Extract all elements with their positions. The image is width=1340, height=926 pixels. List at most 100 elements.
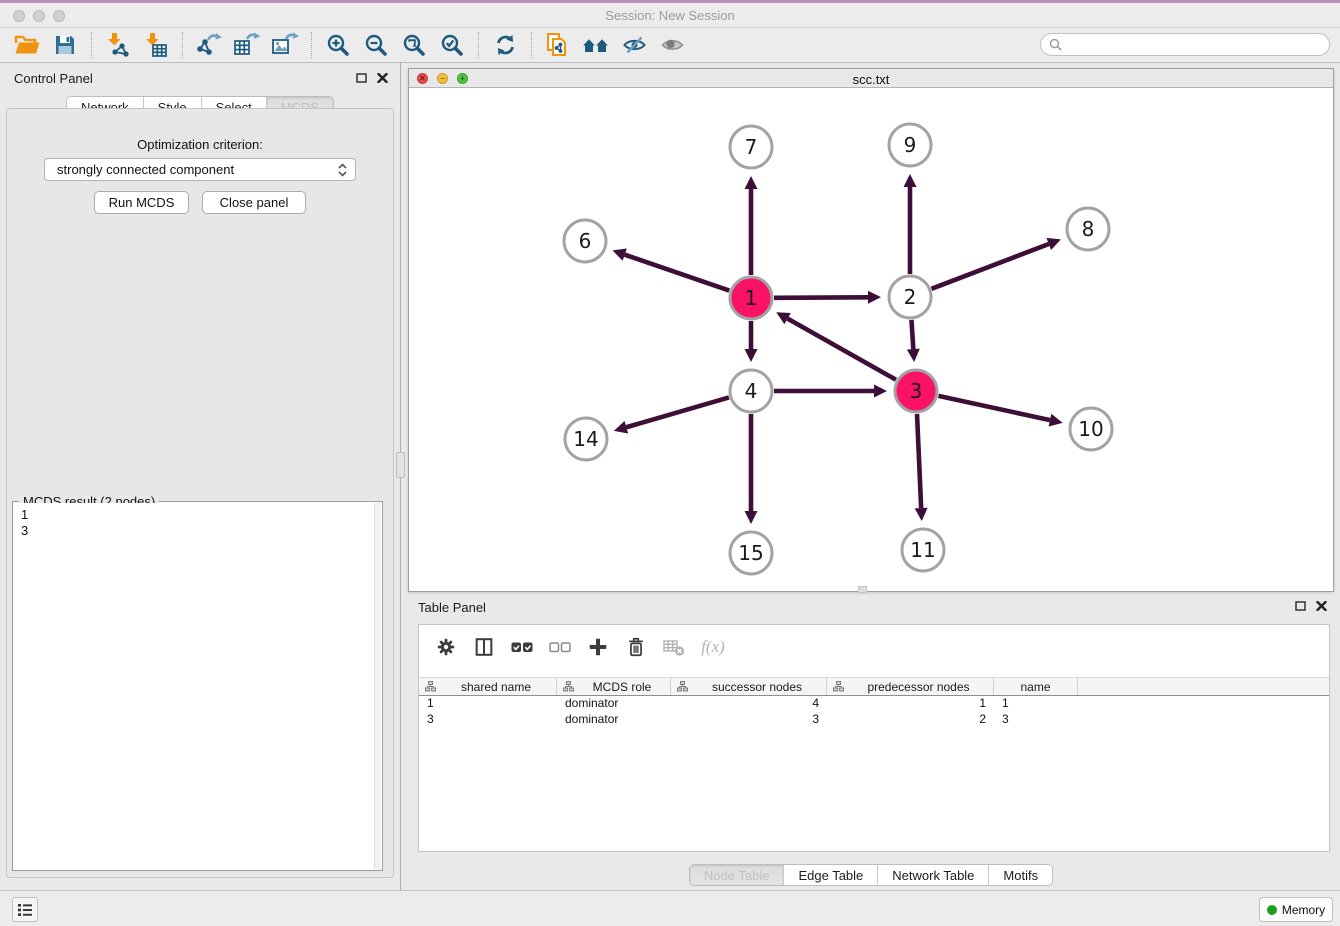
zoom-out-button[interactable] <box>357 30 395 60</box>
checked-boxes-icon <box>510 636 534 658</box>
tab-network-table[interactable]: Network Table <box>878 865 989 885</box>
export-table-button[interactable] <box>228 30 266 60</box>
network-canvas[interactable]: 7968124314101511 <box>409 88 1333 591</box>
column-header-MCDS-role[interactable]: MCDS role <box>557 678 671 695</box>
mcds-result-text[interactable]: 1 3 <box>14 503 374 869</box>
network-view-window: ✕ − + scc.txt 7968124314101511 <box>408 68 1334 592</box>
column-header-successor-nodes[interactable]: successor nodes <box>671 678 827 695</box>
column-label: MCDS role <box>574 680 670 694</box>
delete-table-button[interactable] <box>657 632 691 662</box>
first-neighbors-button[interactable] <box>577 30 615 60</box>
task-history-button[interactable] <box>12 897 38 922</box>
edge-3-10[interactable] <box>938 396 1049 420</box>
function-builder-button[interactable]: f(x) <box>695 632 729 662</box>
column-tree-icon <box>563 681 574 692</box>
panel-divider-grip[interactable] <box>396 452 405 478</box>
save-icon <box>53 33 77 57</box>
table-cell: 3 <box>994 712 1078 728</box>
zoom-in-button[interactable] <box>319 30 357 60</box>
table-cell: dominator <box>557 696 671 712</box>
zoom-fit-button[interactable] <box>395 30 433 60</box>
show-all-button[interactable] <box>653 30 691 60</box>
node-label-7: 7 <box>745 135 758 159</box>
edge-2-3[interactable] <box>911 320 913 349</box>
edge-3-1[interactable] <box>788 319 896 380</box>
edge-3-11[interactable] <box>917 414 921 508</box>
float-panel-icon[interactable] <box>356 73 367 83</box>
unselect-all-columns-button[interactable] <box>543 632 577 662</box>
zoom-fit-icon <box>402 33 426 57</box>
eye-slash-icon <box>622 33 647 57</box>
node-label-15: 15 <box>738 541 763 565</box>
close-panel-button[interactable]: Close panel <box>202 191 306 214</box>
edge-4-14[interactable] <box>626 397 729 427</box>
network-title: scc.txt <box>409 72 1333 87</box>
table-row[interactable]: 3dominator323 <box>419 712 1329 728</box>
zoom-selected-button[interactable] <box>433 30 471 60</box>
horizontal-divider-grip[interactable] <box>858 586 867 593</box>
edge-arrowhead <box>1049 414 1063 427</box>
node-table-area: f(x) shared name MCDS role successor nodes… <box>418 624 1330 852</box>
delete-table-icon <box>662 636 686 658</box>
memory-button[interactable]: Memory <box>1259 897 1333 922</box>
column-header-predecessor-nodes[interactable]: predecessor nodes <box>827 678 994 695</box>
import-table-icon <box>143 32 169 58</box>
houses-icon <box>581 33 611 57</box>
control-panel-title: Control Panel <box>14 71 93 86</box>
search-input[interactable] <box>1062 38 1321 52</box>
plus-icon <box>587 636 609 658</box>
split-columns-button[interactable] <box>467 632 501 662</box>
table-row[interactable]: 1dominator411 <box>419 696 1329 712</box>
open-session-button[interactable] <box>8 30 46 60</box>
close-panel-icon[interactable] <box>1316 601 1327 611</box>
refresh-layout-button[interactable] <box>486 30 524 60</box>
node-label-3: 3 <box>910 379 923 403</box>
edge-1-6[interactable] <box>625 255 730 291</box>
float-panel-icon[interactable] <box>1295 601 1306 611</box>
edge-arrowhead <box>904 174 917 187</box>
run-mcds-button[interactable]: Run MCDS <box>94 191 189 214</box>
result-scrollbar[interactable] <box>374 503 381 869</box>
edge-2-8[interactable] <box>931 244 1048 289</box>
tab-edge-table[interactable]: Edge Table <box>784 865 878 885</box>
table-settings-button[interactable] <box>429 632 463 662</box>
eye-icon <box>660 33 685 57</box>
delete-column-button[interactable] <box>619 632 653 662</box>
list-icon <box>17 903 33 917</box>
edge-arrowhead <box>614 421 628 433</box>
table-cell: 1 <box>419 696 557 712</box>
network-titlebar[interactable]: ✕ − + scc.txt <box>409 69 1333 88</box>
column-label: successor nodes <box>688 680 826 694</box>
toolbar-separator <box>531 32 532 58</box>
tab-node-table[interactable]: Node Table <box>690 865 785 885</box>
zoom-selected-icon <box>440 33 464 57</box>
column-tree-icon <box>677 681 688 692</box>
tab-motifs[interactable]: Motifs <box>989 865 1052 885</box>
column-header-shared-name[interactable]: shared name <box>419 678 557 695</box>
add-column-button[interactable] <box>581 632 615 662</box>
edge-arrowhead <box>745 176 758 189</box>
column-header-name[interactable]: name <box>994 678 1078 695</box>
export-network-button[interactable] <box>190 30 228 60</box>
mcds-result-group: MCDS result (2 nodes) 1 3 <box>12 501 383 871</box>
hide-selected-button[interactable] <box>615 30 653 60</box>
node-label-11: 11 <box>910 538 935 562</box>
import-table-button[interactable] <box>137 30 175 60</box>
search-box[interactable] <box>1040 33 1330 56</box>
node-table[interactable]: shared name MCDS role successor nodesprede… <box>419 677 1329 728</box>
save-session-button[interactable] <box>46 30 84 60</box>
import-network-button[interactable] <box>99 30 137 60</box>
close-panel-icon[interactable] <box>377 73 388 83</box>
table-panel-controls <box>1295 601 1327 611</box>
toolbar-separator <box>91 32 92 58</box>
clone-network-button[interactable] <box>539 30 577 60</box>
edge-arrowhead <box>868 291 881 304</box>
select-all-columns-button[interactable] <box>505 632 539 662</box>
edge-arrowhead <box>745 511 758 524</box>
export-image-button[interactable] <box>266 30 304 60</box>
criterion-dropdown[interactable]: strongly connected component <box>44 158 356 181</box>
network-graph[interactable]: 7968124314101511 <box>409 88 1333 591</box>
edge-1-2[interactable] <box>774 297 868 298</box>
table-body: 1dominator4113dominator323 <box>419 696 1329 728</box>
table-toolbar: f(x) <box>419 625 1329 669</box>
